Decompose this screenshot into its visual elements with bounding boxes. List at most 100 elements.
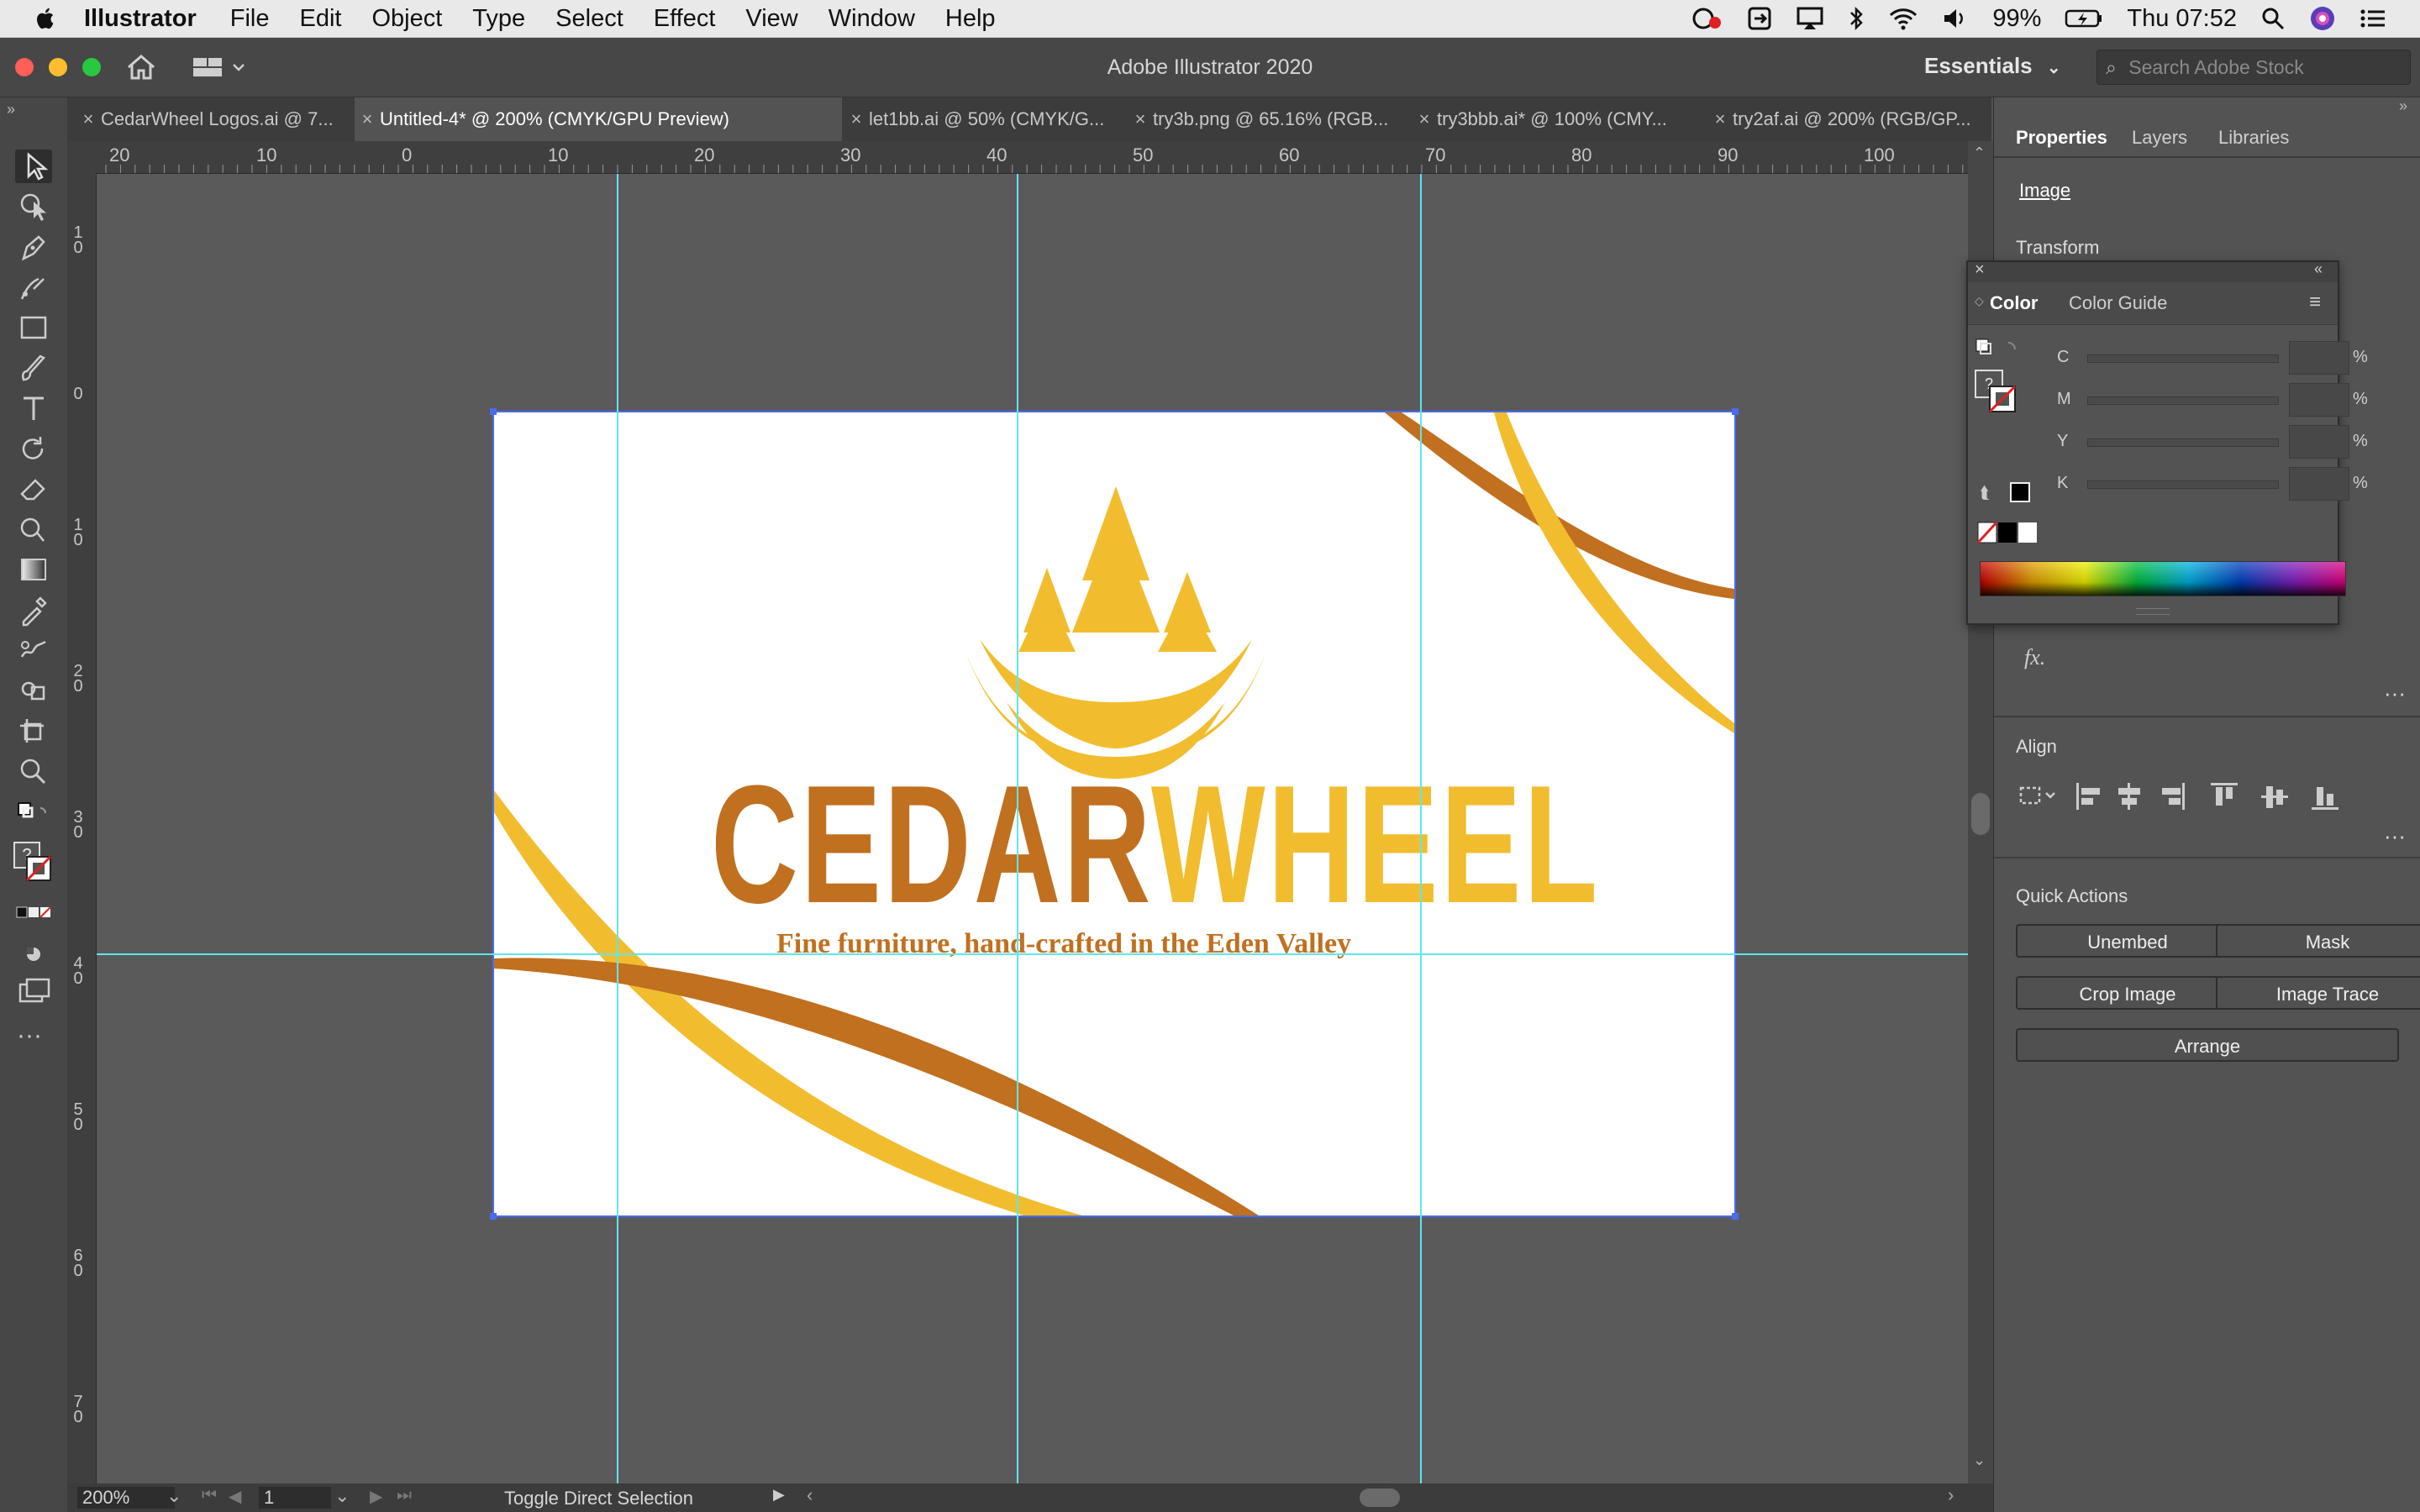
type-tool-icon[interactable] <box>15 391 52 425</box>
close-window-button[interactable] <box>15 58 34 76</box>
close-panel-icon[interactable]: × <box>1975 260 1985 280</box>
fx-label[interactable]: fx. <box>2024 645 2045 670</box>
siri-icon[interactable] <box>2309 5 2336 32</box>
menu-type[interactable]: Type <box>472 5 525 33</box>
tab-try3b[interactable]: × try3b.png @ 65.16% (RGB... <box>1128 97 1410 141</box>
first-artboard-icon[interactable]: ⏮ <box>202 1486 217 1505</box>
more-options-icon[interactable]: ··· <box>2384 823 2406 849</box>
arrange-button[interactable]: Arrange <box>2016 1028 2399 1062</box>
channel-m-slider[interactable] <box>2087 396 2279 405</box>
free-transform-tool-icon[interactable] <box>15 512 52 546</box>
guide-vertical[interactable] <box>1017 174 1018 1484</box>
tab-untitled-4[interactable]: × Untitled-4* @ 200% (CMYK/GPU Preview) <box>355 97 842 141</box>
gradient-tool-icon[interactable] <box>15 553 52 586</box>
zoom-level-field[interactable]: 200% <box>77 1487 175 1509</box>
tab-let1bb[interactable]: × let1bb.ai @ 50% (CMYK/G... <box>844 97 1126 141</box>
channel-y-input[interactable] <box>2289 425 2349 459</box>
swap-fill-stroke-icon[interactable] <box>1975 338 2025 358</box>
vertical-ruler[interactable]: 1 0 0 1 0 2 0 3 0 4 0 5 0 6 0 7 0 <box>67 173 97 1483</box>
tab-libraries[interactable]: Libraries <box>2218 97 2289 178</box>
zoom-window-button[interactable] <box>82 58 101 76</box>
status-menu-arrow-icon[interactable]: ▶ <box>773 1486 785 1504</box>
channel-c-input[interactable] <box>2289 341 2349 375</box>
artboard-handle[interactable] <box>1732 1213 1739 1220</box>
airplay-icon[interactable] <box>1796 6 1824 31</box>
selection-type-label[interactable]: Image <box>2019 180 2070 202</box>
next-artboard-icon[interactable]: ▶ <box>370 1486 382 1507</box>
scroll-up-icon[interactable]: ⌃ <box>1973 144 1986 162</box>
color-modes-icon[interactable] <box>15 897 52 931</box>
color-spectrum[interactable] <box>1980 561 2346 596</box>
tab-color-guide[interactable]: Color Guide <box>2069 292 2167 314</box>
screen-mode-icon[interactable] <box>15 976 52 1010</box>
none-stroke-icon[interactable] <box>25 855 52 882</box>
artboard[interactable]: CEDARWHEEL Fine furniture, hand-crafted … <box>492 411 1736 1217</box>
previous-artboard-icon[interactable]: ◀ <box>229 1486 241 1507</box>
default-fill-stroke-icon[interactable] <box>15 798 52 832</box>
menu-view[interactable]: View <box>745 5 797 33</box>
minimize-window-button[interactable] <box>49 58 67 76</box>
artboard-handle[interactable] <box>1732 408 1739 415</box>
unembed-button[interactable]: Unembed <box>2016 924 2239 958</box>
notification-center-icon[interactable] <box>2360 6 2386 31</box>
bluetooth-icon[interactable] <box>1848 6 1865 31</box>
image-trace-button[interactable]: Image Trace <box>2216 976 2420 1010</box>
fill-stroke-swatch[interactable]: ? <box>13 842 55 892</box>
menu-edit[interactable]: Edit <box>299 5 341 33</box>
channel-m-input[interactable] <box>2289 383 2349 417</box>
apple-menu-icon[interactable] <box>34 6 59 31</box>
close-tab-icon[interactable]: × <box>844 97 869 141</box>
close-tab-icon[interactable]: × <box>1128 97 1153 141</box>
edit-toolbar-icon[interactable]: ··· <box>17 1021 42 1050</box>
scroll-left-icon[interactable]: ‹ <box>807 1484 813 1506</box>
screen-share-icon[interactable] <box>1747 6 1772 31</box>
tab-color[interactable]: Color <box>1990 292 2038 314</box>
wifi-icon[interactable] <box>1888 6 1918 31</box>
none-stroke-icon[interactable] <box>1988 385 2017 413</box>
guide-horizontal[interactable] <box>97 953 1968 955</box>
eraser-tool-icon[interactable] <box>15 472 52 506</box>
guide-vertical[interactable] <box>617 174 618 1484</box>
paintbrush-tool-icon[interactable] <box>15 351 52 385</box>
shape-builder-tool-icon[interactable] <box>15 674 52 707</box>
channel-y-slider[interactable] <box>2087 438 2279 447</box>
direct-selection-tool-icon[interactable] <box>15 190 52 223</box>
scrollbar-thumb[interactable] <box>1971 793 1990 835</box>
creative-cloud-icon[interactable] <box>1690 6 1723 31</box>
horizontal-scrollbar-thumb[interactable] <box>1360 1488 1400 1507</box>
more-options-icon[interactable]: ··· <box>2384 680 2406 706</box>
menu-object[interactable]: Object <box>371 5 442 33</box>
collapse-panel-icon[interactable]: « <box>2314 260 2323 278</box>
menu-help[interactable]: Help <box>945 5 996 33</box>
menu-file[interactable]: File <box>230 5 270 33</box>
home-icon[interactable] <box>126 54 156 81</box>
out-of-gamut-icon[interactable]: ⮬ <box>1980 484 1990 503</box>
panel-options-toggle-icon[interactable]: ◇ <box>1975 294 1984 308</box>
canvas-area[interactable]: CEDARWHEEL Fine furniture, hand-crafted … <box>97 174 1968 1484</box>
tab-layers[interactable]: Layers <box>2132 97 2187 178</box>
horizontal-ruler[interactable]: 20 10 0 10 20 30 40 50 60 70 80 90 100 <box>67 141 1968 174</box>
color-panel-header[interactable]: × « <box>1968 260 2338 282</box>
quick-swatches[interactable] <box>1976 521 2044 544</box>
drawing-modes-icon[interactable] <box>15 937 52 971</box>
blend-tool-icon[interactable] <box>15 633 52 667</box>
guide-vertical[interactable] <box>1420 174 1422 1484</box>
menu-effect[interactable]: Effect <box>654 5 716 33</box>
scroll-right-icon[interactable]: › <box>1948 1484 1954 1506</box>
clock[interactable]: Thu 07:52 <box>2127 5 2237 33</box>
mask-button[interactable]: Mask <box>2216 924 2420 958</box>
artboard-tool-icon[interactable] <box>15 714 52 748</box>
menu-window[interactable]: Window <box>829 5 915 33</box>
workspace-switcher[interactable]: Essentials ⌄ <box>1924 53 2061 79</box>
artboard-handle[interactable] <box>490 408 497 415</box>
collapse-panel-icon[interactable]: » <box>2399 97 2407 115</box>
chevron-down-icon[interactable]: ⌄ <box>166 1485 182 1507</box>
tab-properties[interactable]: Properties <box>2016 97 2107 178</box>
close-tab-icon[interactable]: × <box>76 97 101 141</box>
close-tab-icon[interactable]: × <box>355 97 380 141</box>
crop-image-button[interactable]: Crop Image <box>2016 976 2239 1010</box>
tab-try3bbb[interactable]: × try3bbb.ai* @ 100% (CMY... <box>1412 97 1706 141</box>
panel-menu-icon[interactable]: ≡ <box>2309 291 2321 314</box>
scroll-down-icon[interactable]: ⌄ <box>1973 1452 1986 1469</box>
close-tab-icon[interactable]: × <box>1412 97 1437 141</box>
